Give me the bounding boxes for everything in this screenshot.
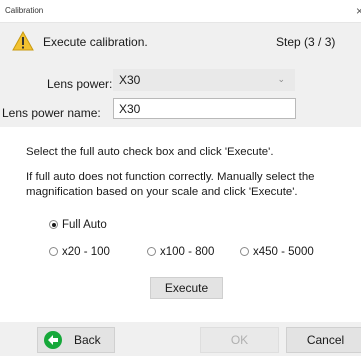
cancel-button[interactable]: Cancel (286, 327, 361, 353)
lens-power-value: X30 (119, 73, 141, 87)
x20-100-radio[interactable]: x20 - 100 (49, 246, 110, 258)
x450-5000-radio[interactable]: x450 - 5000 (240, 246, 314, 258)
footer-bar: Back OK Cancel (0, 322, 361, 356)
chevron-down-icon: ⌄ (277, 74, 285, 84)
radio-icon (147, 247, 156, 256)
radio-icon (240, 247, 249, 256)
lens-power-name-label: Lens power name: (2, 106, 101, 120)
close-icon[interactable]: × (356, 4, 361, 18)
back-button[interactable]: Back (37, 327, 115, 353)
x100-800-label: x100 - 800 (160, 246, 215, 258)
arrow-left-icon (44, 331, 62, 349)
instruction-text-manual: If full auto does not function correctly… (26, 171, 315, 198)
title-bar: Calibration × (0, 0, 361, 23)
radio-icon (49, 247, 58, 256)
settings-panel: Execute calibration. Step (3 / 3) Lens p… (0, 23, 361, 127)
lens-power-name-field[interactable]: X30 (113, 98, 296, 119)
lens-power-label: Lens power: (47, 77, 113, 91)
lens-power-name-value: X30 (119, 102, 141, 116)
instruction-text: Select the full auto check box and click… (26, 146, 274, 158)
window-title: Calibration (5, 6, 44, 15)
full-auto-label: Full Auto (62, 219, 107, 231)
full-auto-radio[interactable]: Full Auto (49, 219, 107, 231)
execute-button[interactable]: Execute (150, 277, 223, 299)
page-title: Execute calibration. (43, 35, 148, 49)
x450-5000-label: x450 - 5000 (253, 246, 314, 258)
back-label: Back (74, 333, 101, 347)
warning-icon (12, 31, 34, 51)
x100-800-radio[interactable]: x100 - 800 (147, 246, 214, 258)
lens-power-select[interactable]: X30 ⌄ (113, 69, 295, 91)
radio-selected-icon (49, 220, 58, 229)
ok-button[interactable]: OK (200, 327, 279, 353)
step-indicator: Step (3 / 3) (276, 35, 336, 49)
x20-100-label: x20 - 100 (62, 246, 110, 258)
